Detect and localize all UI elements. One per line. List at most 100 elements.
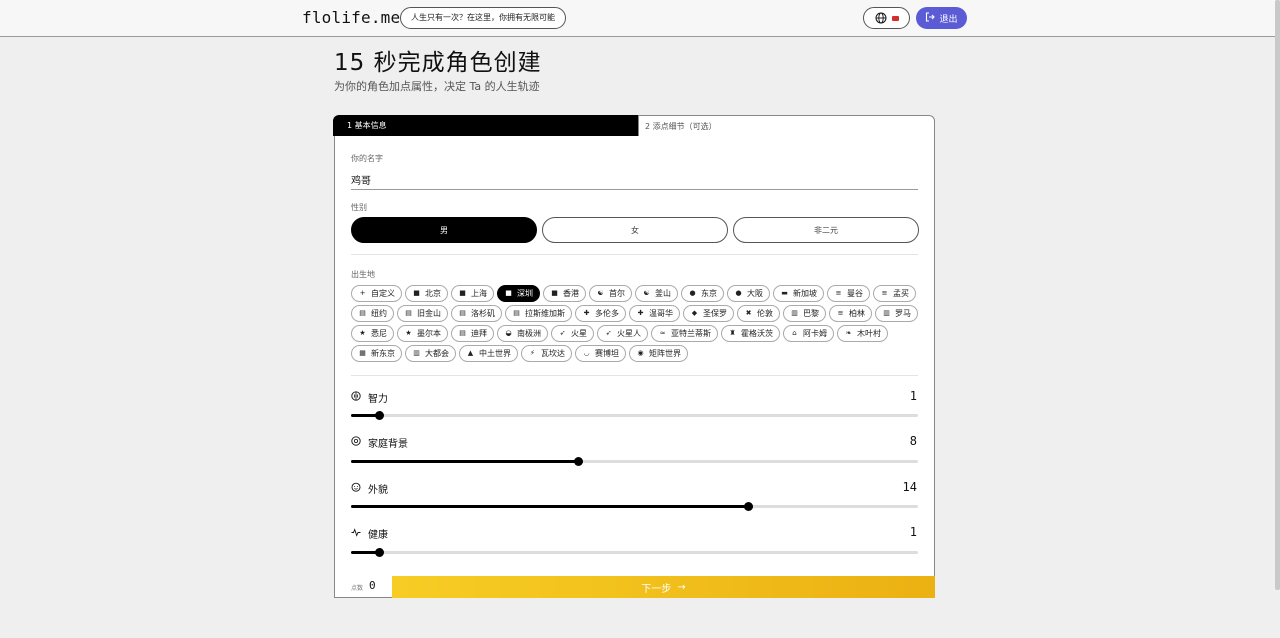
birthplace-chip[interactable]: ▲ 中土世界 <box>459 345 518 362</box>
birthplace-chip[interactable]: ● 东京 <box>681 285 724 302</box>
divider <box>351 254 918 255</box>
attr-looks-slider[interactable] <box>351 502 918 511</box>
birthplace-chip[interactable]: ▥ 大都会 <box>405 345 456 362</box>
birthplace-chip[interactable]: ⚡ 瓦坎达 <box>521 345 572 362</box>
tab-basic-info[interactable]: 1 基本信息 <box>333 115 638 136</box>
castle-icon: ♜ <box>729 329 736 337</box>
birthplace-chip-label: 深圳 <box>517 289 533 298</box>
birthplace-chip[interactable]: ◡ 赛博坦 <box>575 345 626 362</box>
slider-fill <box>351 505 748 508</box>
birthplace-chip-label: 巴黎 <box>803 309 819 318</box>
tab-details[interactable]: 2 添点细节（可选） <box>638 115 935 136</box>
logout-button[interactable]: 退出 <box>916 7 967 29</box>
birthplace-chip[interactable]: ★ 墨尔本 <box>397 325 448 342</box>
birthplace-chip[interactable]: ▥ 巴黎 <box>783 305 826 322</box>
penguin-icon: ◒ <box>505 329 512 337</box>
birthplace-chip[interactable]: ◆ 圣保罗 <box>683 305 734 322</box>
coin-icon <box>351 436 361 449</box>
next-step-label: 下一步 <box>641 583 672 595</box>
attr-intelligence-slider[interactable] <box>351 411 918 420</box>
birthplace-chip-label: 上海 <box>471 289 487 298</box>
points-value: 0 <box>369 579 376 592</box>
attr-intelligence-value: 1 <box>909 389 917 403</box>
birthplace-chip[interactable]: ♜ 霍格沃茨 <box>721 325 780 342</box>
birthplace-chip[interactable]: ☯ 釜山 <box>635 285 678 302</box>
birthplace-chip[interactable]: ✚ 温哥华 <box>629 305 680 322</box>
bolt-icon: ⚡ <box>530 349 535 357</box>
birthplace-chip-label: 大都会 <box>425 349 449 358</box>
gender-option-male[interactable]: 男 <box>351 217 537 243</box>
attr-family-slider[interactable] <box>351 457 918 466</box>
birthplace-chip[interactable]: ≈ 亚特兰蒂斯 <box>651 325 718 342</box>
flag-kr-icon: ☯ <box>597 289 604 297</box>
birthplace-chip[interactable]: ➶ 火星 <box>551 325 594 342</box>
flag-au-icon: ★ <box>359 329 366 337</box>
gender-option-nonbinary[interactable]: 非二元 <box>733 217 919 243</box>
birthplace-chip-label: 多伦多 <box>595 309 619 318</box>
next-step-button[interactable]: 下一步 → <box>392 576 935 598</box>
birthplace-chip[interactable]: ✚ 多伦多 <box>575 305 626 322</box>
birthplace-chip-label: 柏林 <box>849 309 865 318</box>
slider-thumb[interactable] <box>573 457 583 466</box>
site-logo[interactable]: flolife.me <box>302 8 400 27</box>
birthplace-chip-label: 首尔 <box>609 289 625 298</box>
birthplace-chip[interactable]: ➶ 火星人 <box>597 325 648 342</box>
slider-thumb[interactable] <box>743 502 753 511</box>
birthplace-chip-label: 圣保罗 <box>703 309 727 318</box>
birthplace-chip[interactable]: ◒ 南极洲 <box>497 325 548 342</box>
birthplace-chip-label: 孟买 <box>893 289 909 298</box>
birthplace-chip[interactable]: ▥ 罗马 <box>875 305 918 322</box>
bowl-icon: ◡ <box>583 349 590 357</box>
birthplace-chip[interactable]: ▤ 纽约 <box>351 305 394 322</box>
birthplace-chip[interactable]: ■ 上海 <box>451 285 494 302</box>
building-icon: ▥ <box>413 349 420 357</box>
attr-health-value: 1 <box>909 525 917 539</box>
flag-br-icon: ◆ <box>691 309 698 317</box>
birthplace-chip-label: 火星人 <box>617 329 641 338</box>
birthplace-chip[interactable]: ≡ 曼谷 <box>827 285 870 302</box>
birthplace-chip-label: 大阪 <box>747 289 763 298</box>
birthplace-chip[interactable]: ▤ 拉斯维加斯 <box>505 305 572 322</box>
birthplace-chip[interactable]: ▦ 新东京 <box>351 345 402 362</box>
flag-ae-icon: ▤ <box>459 329 466 337</box>
birthplace-chip[interactable]: ▤ 旧金山 <box>397 305 448 322</box>
slider-thumb[interactable] <box>375 548 385 557</box>
birthplace-chip[interactable]: ❧ 木叶村 <box>837 325 888 342</box>
name-label: 你的名字 <box>351 154 383 163</box>
page-subtitle: 为你的角色加点属性，决定 Ta 的人生轨迹 <box>334 80 540 93</box>
gender-label: 性别 <box>351 203 367 212</box>
flag-us-icon: ▤ <box>359 309 366 317</box>
name-input[interactable]: 鸡哥 <box>351 172 371 187</box>
birthplace-chip[interactable]: ☯ 首尔 <box>589 285 632 302</box>
birthplace-chip[interactable]: ≡ 柏林 <box>829 305 872 322</box>
birthplace-chip[interactable]: ≡ 孟买 <box>873 285 916 302</box>
flag-us-icon: ▤ <box>513 309 520 317</box>
name-input-underline <box>351 189 918 190</box>
flag-jp-icon: ● <box>735 289 742 297</box>
language-button[interactable] <box>863 7 910 29</box>
birthplace-chip[interactable]: ■ 香港 <box>543 285 586 302</box>
attr-health-slider[interactable] <box>351 548 918 557</box>
birthplace-chip[interactable]: ● 大阪 <box>727 285 770 302</box>
birthplace-chip[interactable]: + 自定义 <box>351 285 402 302</box>
birthplace-chip[interactable]: ★ 悉尼 <box>351 325 394 342</box>
china-flag-icon <box>891 15 899 21</box>
flag-ca-icon: ✚ <box>637 309 644 317</box>
gender-option-female[interactable]: 女 <box>542 217 728 243</box>
birthplace-chip[interactable]: ✖ 伦敦 <box>737 305 780 322</box>
birthplace-chip-label: 矩阵世界 <box>649 349 681 358</box>
birthplace-chip[interactable]: ▬ 新加坡 <box>773 285 824 302</box>
birthplace-chip[interactable]: ■ 深圳 <box>497 285 540 302</box>
flag-us-icon: ▤ <box>459 309 466 317</box>
flag-cn-icon: ■ <box>413 289 420 297</box>
birthplace-chip[interactable]: ▤ 洛杉矶 <box>451 305 502 322</box>
slider-thumb[interactable] <box>375 411 385 420</box>
birthplace-chip[interactable]: ⌂ 阿卡姆 <box>783 325 834 342</box>
flag-us-icon: ▤ <box>405 309 412 317</box>
birthplace-chip[interactable]: ▤ 迪拜 <box>451 325 494 342</box>
page-scrollbar[interactable] <box>1275 0 1280 590</box>
birthplace-chip[interactable]: ◉ 矩阵世界 <box>629 345 688 362</box>
mountain-icon: ▲ <box>467 349 474 357</box>
flag-de-icon: ≡ <box>837 309 844 317</box>
birthplace-chip[interactable]: ■ 北京 <box>405 285 448 302</box>
